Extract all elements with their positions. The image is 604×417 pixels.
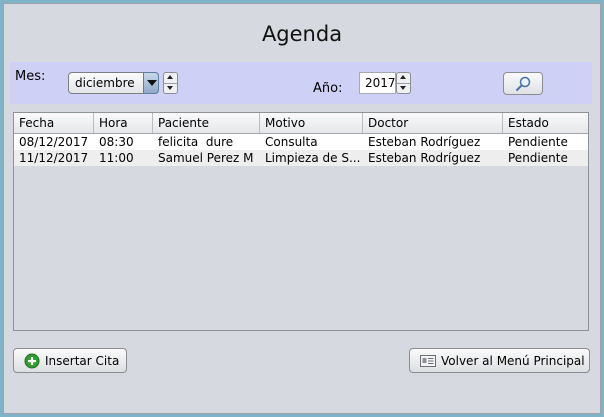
- cell-motivo: Consulta: [265, 135, 318, 149]
- column-header-fecha[interactable]: Fecha: [14, 113, 94, 133]
- table-row[interactable]: 08/12/2017 08:30 felicita dure Consulta …: [14, 134, 588, 150]
- month-select-value: diciembre: [75, 76, 135, 90]
- cell-fecha: 08/12/2017: [19, 135, 89, 149]
- cell-motivo: Limpieza de S...: [265, 151, 361, 165]
- search-button[interactable]: [503, 72, 543, 95]
- insert-appointment-label: Insertar Cita: [45, 354, 120, 368]
- table-header: Fecha Hora Paciente Motivo Doctor Estado: [14, 113, 588, 134]
- id-card-icon: [420, 355, 436, 367]
- cell-fecha: 11/12/2017: [19, 151, 89, 165]
- month-spinner[interactable]: [163, 72, 178, 94]
- cell-doctor: Esteban Rodríguez: [368, 135, 481, 149]
- table-row[interactable]: 11/12/2017 11:00 Samuel Perez M Limpieza…: [14, 150, 588, 166]
- back-to-main-menu-label: Volver al Menú Principal: [441, 354, 585, 368]
- column-header-doctor[interactable]: Doctor: [363, 113, 503, 133]
- filter-bar: Mes: diciembre Año: 2017: [10, 62, 592, 104]
- cell-hora: 08:30: [99, 135, 134, 149]
- spinner-down-icon[interactable]: [164, 83, 177, 93]
- column-header-paciente[interactable]: Paciente: [153, 113, 260, 133]
- cell-estado: Pendiente: [508, 151, 568, 165]
- spinner-down-icon[interactable]: [397, 83, 410, 93]
- page-title: Agenda: [261, 22, 343, 46]
- month-label: Mes:: [15, 69, 46, 84]
- column-header-estado[interactable]: Estado: [503, 113, 588, 133]
- month-select[interactable]: diciembre: [68, 72, 159, 94]
- cell-hora: 11:00: [99, 151, 134, 165]
- search-icon: [516, 76, 531, 91]
- back-to-main-menu-button[interactable]: Volver al Menú Principal: [409, 348, 590, 373]
- chevron-down-icon[interactable]: [143, 72, 159, 94]
- appointments-table[interactable]: Fecha Hora Paciente Motivo Doctor Estado…: [13, 112, 589, 331]
- cell-paciente: Samuel Perez M: [158, 151, 254, 165]
- agenda-window: Agenda Mes: diciembre Año: 2017 Fecha Ho…: [3, 3, 601, 414]
- insert-appointment-button[interactable]: Insertar Cita: [13, 348, 127, 373]
- year-label: Año:: [313, 81, 343, 96]
- year-spinner[interactable]: [396, 72, 411, 94]
- cell-doctor: Esteban Rodríguez: [368, 151, 481, 165]
- cell-paciente: felicita dure: [158, 135, 234, 149]
- column-header-motivo[interactable]: Motivo: [260, 113, 363, 133]
- cell-estado: Pendiente: [508, 135, 568, 149]
- year-field[interactable]: 2017: [359, 72, 396, 94]
- plus-circle-icon: [24, 353, 40, 369]
- column-header-hora[interactable]: Hora: [94, 113, 153, 133]
